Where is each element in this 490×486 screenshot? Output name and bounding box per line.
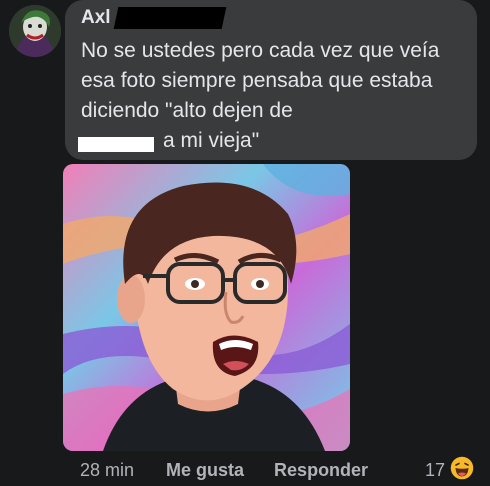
- redaction-bar: [113, 7, 227, 29]
- comment-text-end: a mi vieja": [163, 129, 260, 152]
- comment-image[interactable]: [63, 164, 350, 451]
- redaction-bar-word: [78, 137, 154, 152]
- reaction-summary[interactable]: 17: [425, 454, 475, 486]
- reply-button[interactable]: Responder: [274, 460, 368, 481]
- reaction-count: 17: [425, 459, 446, 480]
- comment-timestamp[interactable]: 28 min: [80, 460, 134, 481]
- commenter-avatar[interactable]: [9, 5, 61, 57]
- like-button[interactable]: Me gusta: [166, 460, 244, 481]
- comment-text-main: No se ustedes pero cada vez que veía esa…: [81, 39, 440, 122]
- comment-author[interactable]: Axl: [81, 7, 111, 29]
- haha-emoji-icon: [449, 454, 475, 486]
- comment-actions: 28 min Me gusta Responder: [80, 459, 368, 481]
